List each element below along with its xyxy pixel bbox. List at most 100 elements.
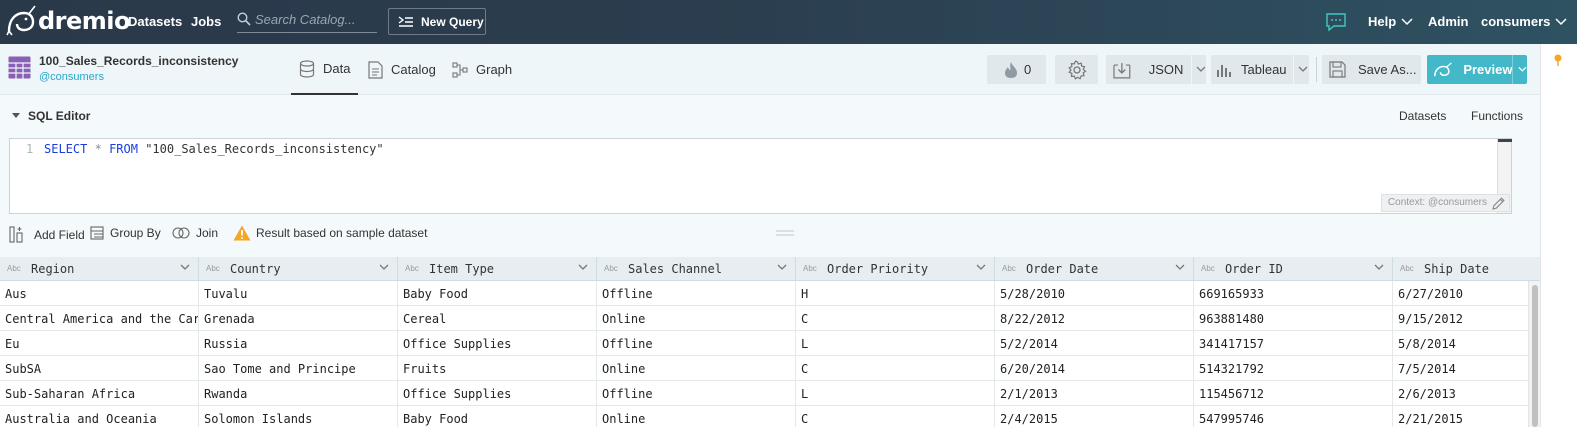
functions-panel-link[interactable]: Functions [1471, 109, 1523, 123]
table-cell[interactable]: Solomon Islands [199, 406, 398, 427]
chevron-down-icon[interactable] [1518, 66, 1527, 73]
table-cell[interactable]: Sub-Saharan Africa [0, 381, 199, 406]
table-cell[interactable]: Fruits [398, 356, 597, 381]
table-cell[interactable]: L [796, 381, 995, 406]
column-header[interactable]: Abc Order Date [995, 257, 1194, 281]
table-cell[interactable]: 5/28/2010 [995, 281, 1194, 306]
join-button[interactable]: Join [172, 226, 218, 240]
table-cell[interactable]: 9/15/2012 [1393, 306, 1528, 331]
resize-grip-icon[interactable] [776, 230, 794, 236]
table-cell[interactable]: 8/22/2012 [995, 306, 1194, 331]
table-cell[interactable]: 6/27/2010 [1393, 281, 1528, 306]
search-input[interactable] [255, 12, 373, 27]
table-cell[interactable]: 514321792 [1194, 356, 1393, 381]
add-field-button[interactable]: Add Field [9, 226, 85, 243]
column-header[interactable]: Abc Country [199, 257, 398, 281]
table-cell[interactable]: Tuvalu [199, 281, 398, 306]
notification-pin-icon[interactable] [1554, 54, 1562, 66]
new-query-icon [398, 15, 413, 27]
datasets-panel-link[interactable]: Datasets [1399, 109, 1446, 123]
chevron-down-icon[interactable] [1298, 66, 1308, 73]
table-cell[interactable]: 7/5/2014 [1393, 356, 1528, 381]
table-cell[interactable]: 341417157 [1194, 331, 1393, 356]
help-menu[interactable]: Help [1368, 14, 1413, 29]
dataset-space-link[interactable]: @consumers [39, 71, 104, 83]
preview-button[interactable]: Preview [1427, 55, 1527, 84]
new-query-button[interactable]: New Query [388, 8, 486, 35]
table-cell[interactable]: 2/6/2013 [1393, 381, 1528, 406]
column-header[interactable]: Abc Region [0, 257, 199, 281]
group-by-button[interactable]: Group By [90, 226, 161, 240]
column-header[interactable]: Abc Sales Channel [597, 257, 796, 281]
table-cell[interactable]: Sao Tome and Principe [199, 356, 398, 381]
table-cell[interactable]: Online [597, 406, 796, 427]
table-cell[interactable]: Online [597, 356, 796, 381]
table-cell[interactable]: 6/20/2014 [995, 356, 1194, 381]
table-cell[interactable]: H [796, 281, 995, 306]
table-cell[interactable]: Aus [0, 281, 199, 306]
chevron-down-icon[interactable] [1175, 264, 1185, 271]
table-cell[interactable]: Baby Food [398, 406, 597, 427]
nav-jobs[interactable]: Jobs [191, 14, 221, 29]
table-cell[interactable]: 669165933 [1194, 281, 1393, 306]
sql-editor[interactable]: 1 SELECT * FROM "100_Sales_Records_incon… [9, 138, 1512, 214]
save-as-button[interactable]: Save As... [1322, 55, 1421, 84]
chevron-down-icon[interactable] [1196, 66, 1206, 73]
chat-button[interactable] [1325, 12, 1347, 35]
table-cell[interactable]: Offline [597, 281, 796, 306]
export-json-button[interactable]: JSON [1106, 55, 1206, 84]
column-header[interactable]: Abc Ship Date [1393, 257, 1528, 281]
open-in-tableau-button[interactable]: Tableau [1211, 55, 1309, 84]
table-cell[interactable]: C [796, 356, 995, 381]
dremio-logo[interactable]: dremio [6, 4, 131, 38]
table-cell[interactable]: Offline [597, 331, 796, 356]
table-cell[interactable]: L [796, 331, 995, 356]
tab-graph[interactable]: Graph [452, 44, 512, 95]
context-selector[interactable]: Context: @consumers [1380, 194, 1510, 212]
sql-editor-toggle[interactable]: SQL Editor [12, 109, 90, 123]
table-cell[interactable]: Eu [0, 331, 199, 356]
sql-query[interactable]: SELECT * FROM "100_Sales_Records_inconsi… [44, 142, 384, 156]
chevron-down-icon[interactable] [1374, 264, 1384, 271]
table-cell[interactable]: Online [597, 306, 796, 331]
table-cell[interactable]: Central America and the Caribbean [0, 306, 199, 331]
tab-catalog[interactable]: Catalog [368, 44, 436, 95]
catalog-search[interactable] [237, 9, 377, 33]
user-menu[interactable]: consumers [1481, 14, 1567, 29]
table-cell[interactable]: Russia [199, 331, 398, 356]
chevron-down-icon[interactable] [180, 264, 190, 271]
chevron-down-icon[interactable] [578, 264, 588, 271]
column-header[interactable]: Abc Item Type [398, 257, 597, 281]
table-cell[interactable]: 963881480 [1194, 306, 1393, 331]
settings-button[interactable] [1055, 55, 1098, 84]
table-cell[interactable]: Cereal [398, 306, 597, 331]
table-cell[interactable]: Office Supplies [398, 331, 597, 356]
table-cell[interactable]: C [796, 406, 995, 427]
column-header[interactable]: Abc Order ID [1194, 257, 1393, 281]
chevron-down-icon[interactable] [777, 264, 787, 271]
table-cell[interactable]: Office Supplies [398, 381, 597, 406]
table-cell[interactable]: 115456712 [1194, 381, 1393, 406]
nav-datasets[interactable]: Datasets [128, 14, 182, 29]
table-cell[interactable]: Baby Food [398, 281, 597, 306]
table-cell[interactable]: 2/21/2015 [1393, 406, 1528, 427]
table-cell[interactable]: Grenada [199, 306, 398, 331]
table-cell[interactable]: 2/1/2013 [995, 381, 1194, 406]
column-header[interactable]: Abc Order Priority [796, 257, 995, 281]
table-vertical-scrollbar[interactable] [1528, 281, 1540, 427]
table-cell[interactable]: Australia and Oceania [0, 406, 199, 427]
table-cell[interactable]: 5/8/2014 [1393, 331, 1528, 356]
reflections-button[interactable]: 0 [987, 55, 1046, 84]
table-cell[interactable]: C [796, 306, 995, 331]
table-cell[interactable]: Offline [597, 381, 796, 406]
table-cell[interactable]: SubSA [0, 356, 199, 381]
table-cell[interactable]: Rwanda [199, 381, 398, 406]
scrollbar-thumb[interactable] [1532, 285, 1538, 427]
table-cell[interactable]: 5/2/2014 [995, 331, 1194, 356]
chevron-down-icon[interactable] [379, 264, 389, 271]
admin-link[interactable]: Admin [1428, 14, 1468, 29]
chevron-down-icon[interactable] [976, 264, 986, 271]
tab-data[interactable]: Data [291, 44, 358, 95]
table-cell[interactable]: 547995746 [1194, 406, 1393, 427]
table-cell[interactable]: 2/4/2015 [995, 406, 1194, 427]
